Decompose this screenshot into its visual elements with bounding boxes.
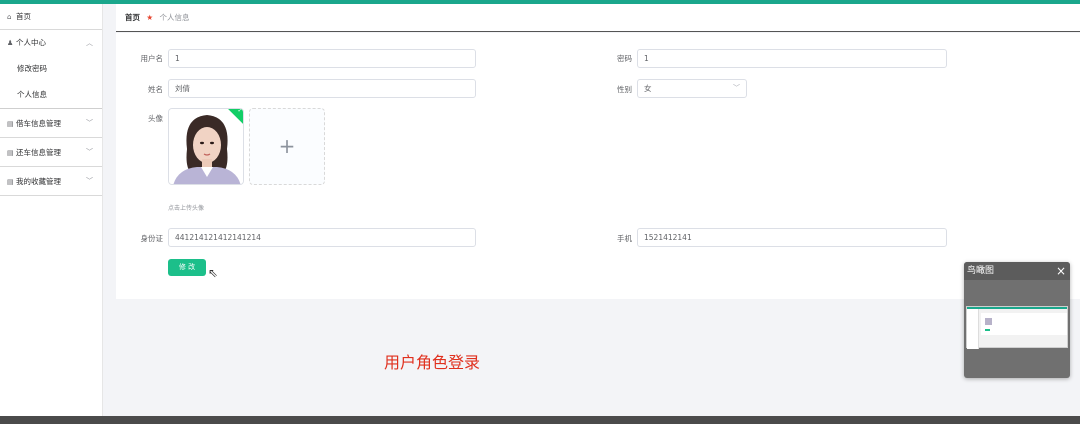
chevron-down-icon: ﹀ — [86, 177, 93, 185]
name-label: 姓名 — [148, 85, 163, 94]
list-icon: ▤ — [7, 178, 14, 186]
gender-value: 女 — [644, 84, 652, 93]
upload-button[interactable]: + — [249, 108, 325, 185]
breadcrumb-current: 个人信息 — [159, 13, 190, 22]
sidebar-item-home[interactable]: ⌂ 首页 — [0, 4, 102, 30]
username-field[interactable]: 1 — [168, 49, 476, 68]
password-label: 密码 — [617, 54, 632, 63]
minimap-viewport[interactable] — [966, 306, 1068, 349]
sidebar-item-return[interactable]: ▤ 还车信息管理 ﹀ — [0, 138, 102, 167]
sidebar: ⌂ 首页 ♟ 个人中心 ︿ 修改密码 个人信息 ▤ 借车信息管理 ﹀ ▤ 还车信息管理 … — [0, 4, 103, 416]
sidebar-item-borrow[interactable]: ▤ 借车信息管理 ﹀ — [0, 109, 102, 138]
chevron-down-icon: ﹀ — [86, 119, 93, 127]
id-card-label: 身份证 — [140, 234, 164, 243]
sidebar-item-change-password[interactable]: 修改密码 — [0, 56, 102, 82]
breadcrumb-home[interactable]: 首页 — [125, 13, 140, 22]
phone-label: 手机 — [617, 234, 632, 243]
list-icon: ▤ — [7, 149, 14, 157]
sidebar-item-label: 我的收藏管理 — [16, 177, 61, 186]
gender-label: 性别 — [617, 85, 632, 94]
sidebar-item-profile[interactable]: 个人信息 — [0, 82, 102, 108]
sidebar-item-favorites[interactable]: ▤ 我的收藏管理 ﹀ — [0, 167, 102, 196]
chevron-up-icon: ︿ — [86, 39, 93, 47]
header: 首页 ★ 个人信息 — [116, 4, 1080, 32]
gender-select[interactable]: 女 ﹀ — [637, 79, 747, 98]
sidebar-item-personal-center[interactable]: ♟ 个人中心 ︿ — [0, 30, 102, 56]
list-icon: ▤ — [7, 120, 14, 128]
minimap-accent — [967, 307, 1067, 309]
sidebar-item-label: 还车信息管理 — [16, 148, 61, 157]
name-field[interactable]: 刘倩 — [168, 79, 476, 98]
chevron-down-icon: ﹀ — [86, 148, 93, 156]
close-icon[interactable]: × — [1056, 262, 1066, 280]
minimap-avatar — [985, 318, 992, 325]
home-icon: ⌂ — [7, 13, 12, 21]
minimap-sidebar — [967, 309, 979, 349]
username-label: 用户名 — [140, 54, 164, 63]
mouse-cursor-icon: ⇖ — [208, 266, 219, 280]
check-icon: ✓ — [237, 108, 243, 114]
avatar-upload-hint: 点击上传头像 — [168, 205, 205, 212]
phone-field[interactable]: 1521412141 — [637, 228, 947, 247]
avatar-photo — [169, 109, 243, 184]
caption-text: 用户角色登录 — [384, 353, 481, 372]
plus-icon: + — [278, 134, 296, 158]
star-icon: ★ — [146, 13, 154, 22]
password-field[interactable]: 1 — [637, 49, 947, 68]
sidebar-item-label: 个人中心 — [16, 38, 46, 47]
avatar-label: 头像 — [148, 114, 163, 123]
minimap-title: 鸟瞰图 — [967, 266, 995, 276]
chevron-down-icon: ﹀ — [733, 84, 740, 92]
sidebar-item-label: 借车信息管理 — [16, 119, 61, 128]
user-icon: ♟ — [7, 39, 14, 47]
breadcrumb: 首页 ★ 个人信息 — [125, 4, 190, 32]
bottom-bar — [0, 416, 1080, 424]
avatar-thumbnail[interactable]: ✓ — [168, 108, 244, 185]
submit-button[interactable]: 修 改 — [168, 259, 206, 276]
minimap-button — [985, 329, 990, 331]
minimap-panel: 鸟瞰图 × — [964, 262, 1070, 378]
sidebar-group-personal: ♟ 个人中心 ︿ 修改密码 个人信息 — [0, 30, 102, 109]
profile-form: 用户名 1 密码 1 姓名 刘倩 性别 女 ﹀ 头像 ✓ + 点击上传头像 身份… — [116, 33, 1080, 299]
minimap-header: 鸟瞰图 × — [964, 262, 1070, 280]
sidebar-item-label: 首页 — [16, 12, 31, 21]
id-card-field[interactable]: 441214121412141214 — [168, 228, 476, 247]
minimap-card — [981, 313, 1067, 335]
